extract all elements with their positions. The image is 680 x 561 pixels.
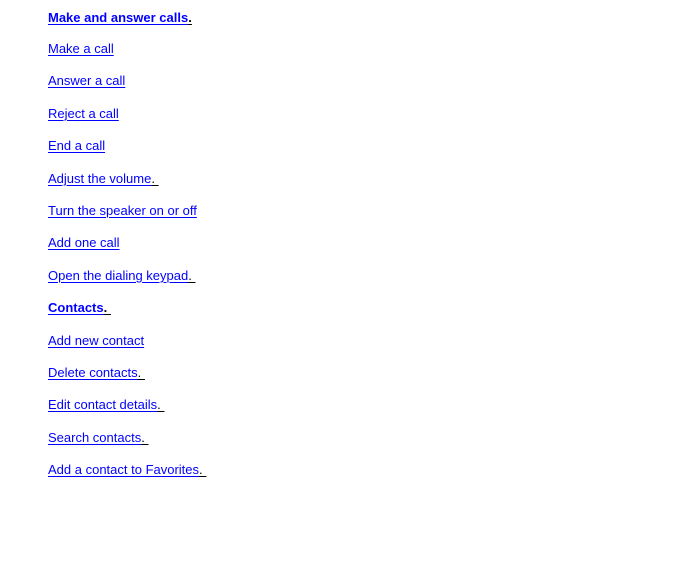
toc-row: Reject a call bbox=[48, 98, 648, 130]
toc-row: Turn the speaker on or off bbox=[48, 195, 648, 227]
toc-row: Contacts. bbox=[48, 292, 648, 324]
link-open-the-dialing-keypad[interactable]: Open the dialing keypad. bbox=[48, 268, 195, 283]
toc-link-label: End a call bbox=[48, 138, 106, 154]
toc-link-tail: . bbox=[141, 429, 149, 445]
toc-row: Adjust the volume. bbox=[48, 163, 648, 195]
toc-link-label: Edit contact details bbox=[48, 397, 158, 413]
toc-link-tail: . bbox=[199, 462, 207, 478]
toc-link-label: Search contacts bbox=[48, 429, 142, 445]
toc-link-label: Add one call bbox=[48, 235, 120, 251]
toc-link-label: Open the dialing keypad bbox=[48, 267, 189, 283]
toc-link-label: Reject a call bbox=[48, 105, 119, 121]
toc-row: Add one call bbox=[48, 227, 648, 259]
link-answer-a-call[interactable]: Answer a call bbox=[48, 73, 125, 88]
toc-row: Add a contact to Favorites. bbox=[48, 454, 648, 486]
toc-row: Make and answer calls. bbox=[48, 0, 648, 33]
toc-link-label: Delete contacts bbox=[48, 364, 138, 380]
link-add-new-contact[interactable]: Add new contact bbox=[48, 333, 144, 348]
link-search-contacts[interactable]: Search contacts. bbox=[48, 430, 148, 445]
link-reject-a-call[interactable]: Reject a call bbox=[48, 106, 119, 121]
link-turn-the-speaker-on-or-off[interactable]: Turn the speaker on or off bbox=[48, 203, 197, 218]
toc-link-label: Make a call bbox=[48, 41, 114, 56]
toc-link-label: Answer a call bbox=[48, 73, 126, 89]
toc-link-tail: . bbox=[103, 300, 111, 316]
link-contacts[interactable]: Contacts. bbox=[48, 300, 111, 315]
toc-row: Answer a call bbox=[48, 65, 648, 97]
toc-row: Edit contact details. bbox=[48, 389, 648, 421]
link-edit-contact-details[interactable]: Edit contact details. bbox=[48, 397, 164, 412]
toc-link-tail: . bbox=[188, 10, 192, 25]
link-end-a-call[interactable]: End a call bbox=[48, 138, 105, 153]
document-page: Make and answer calls. Make a call Answer … bbox=[0, 0, 680, 561]
toc-link-label: Adjust the volume bbox=[48, 170, 152, 186]
toc-link-label: Add a contact to Favorites bbox=[48, 462, 200, 478]
toc-link-label: Add new contact bbox=[48, 332, 145, 348]
link-make-a-call[interactable]: Make a call bbox=[48, 41, 114, 56]
toc-link-tail: . bbox=[137, 364, 145, 380]
toc-row: Search contacts. bbox=[48, 422, 648, 454]
toc-link-tail: . bbox=[151, 170, 159, 186]
toc-link-tail: . bbox=[157, 397, 165, 413]
toc-link-label: Make and answer calls bbox=[48, 10, 189, 25]
link-add-a-contact-to-favorites[interactable]: Add a contact to Favorites. bbox=[48, 462, 206, 477]
toc-row: Make a call bbox=[48, 33, 648, 65]
link-add-one-call[interactable]: Add one call bbox=[48, 235, 120, 250]
table-of-contents: Make and answer calls. Make a call Answer … bbox=[48, 0, 648, 486]
toc-link-label: Contacts bbox=[48, 300, 104, 316]
link-adjust-the-volume[interactable]: Adjust the volume. bbox=[48, 171, 159, 186]
toc-link-label: Turn the speaker on or off bbox=[48, 202, 197, 218]
toc-row: End a call bbox=[48, 130, 648, 162]
toc-link-tail: . bbox=[188, 267, 196, 283]
toc-row: Open the dialing keypad. bbox=[48, 260, 648, 292]
toc-row: Add new contact bbox=[48, 325, 648, 357]
link-make-and-answer-calls[interactable]: Make and answer calls. bbox=[48, 10, 192, 25]
toc-row: Delete contacts. bbox=[48, 357, 648, 389]
link-delete-contacts[interactable]: Delete contacts. bbox=[48, 365, 145, 380]
